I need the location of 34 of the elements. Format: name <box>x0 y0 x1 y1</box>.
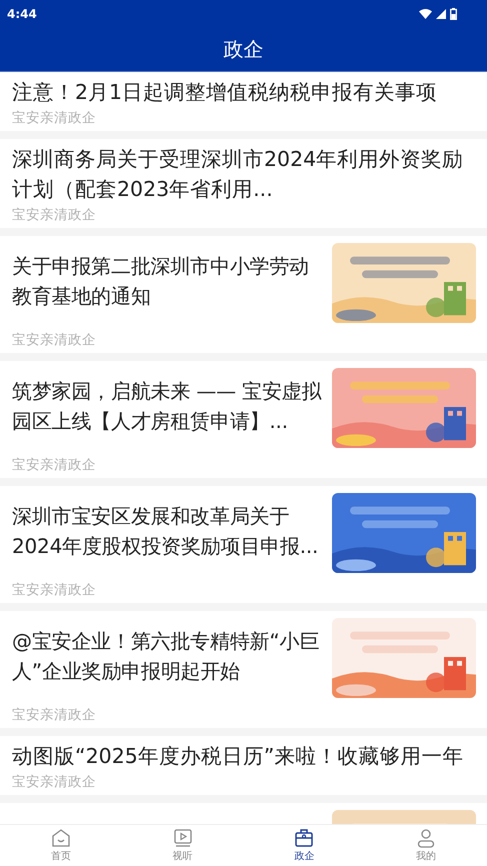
signal-icon <box>436 8 446 18</box>
article-card[interactable]: 关于申报第二批深圳市中小学劳动教育基地的通知 宝安亲清政企 <box>0 236 487 353</box>
article-title: 注意！2月1日起调整增值税纳税申报有关事项 <box>12 79 438 106</box>
article-source: 宝安亲清政企 <box>12 456 97 475</box>
article-title: 深圳商务局关于受理深圳市2024年利用外资奖励计划（配套2023年省利用... <box>12 146 464 203</box>
home-icon <box>50 828 71 848</box>
article-title: 关于申报第二批深圳市中小学劳动教育基地的通知 <box>12 253 310 310</box>
article-card[interactable]: 深圳市宝安区发展和改革局关于2024年度股权投资奖励项目申报... 宝安亲清政企 <box>0 486 487 603</box>
article-title: @宝安企业！第六批专精特新“小巨人”企业奖励申报明起开始 <box>12 628 320 685</box>
article-card[interactable]: 动图版“2025年度办税日历”来啦！收藏够用一年 宝安亲清政企 <box>0 736 487 795</box>
battery-icon <box>450 8 457 20</box>
article-source: 宝安亲清政企 <box>12 581 97 600</box>
article-source: 宝安亲清政企 <box>12 109 97 128</box>
page-title: 政企 <box>224 36 264 62</box>
nav-tab[interactable]: 政企 <box>244 825 366 866</box>
article-card[interactable]: @宝安企业！第六批专精特新“小巨人”企业奖励申报明起开始 宝安亲清政企 <box>0 611 487 728</box>
wifi-icon <box>419 8 432 18</box>
article-source: 宝安亲清政企 <box>12 706 97 725</box>
article-card[interactable]: 注意！2月1日起调整增值税纳税申报有关事项 宝安亲清政企 <box>0 72 487 131</box>
nav-tab[interactable]: 视听 <box>122 825 244 866</box>
article-card[interactable]: 深圳商务局关于受理深圳市2024年利用外资奖励计划（配套2023年省利用... 宝安亲清政企 <box>0 139 487 228</box>
article-title: 深圳市宝安区发展和改革局关于2024年度股权投资奖励项目申报... <box>12 503 320 560</box>
nav-tab[interactable]: 我的 <box>365 825 487 866</box>
status-time: 4:44 <box>7 6 37 20</box>
article-source: 宝安亲清政企 <box>12 206 97 225</box>
article-title: 动图版“2025年度办税日历”来啦！收藏够用一年 <box>12 743 464 770</box>
article-source: 宝安亲清政企 <box>12 773 97 792</box>
briefcase-icon <box>294 828 314 848</box>
article-card[interactable]: 筑梦家园，启航未来 —— 宝安虚拟园区上线【人才房租赁申请】... 宝安亲清政企 <box>0 361 487 478</box>
nav-tab[interactable]: 首页 <box>0 825 122 866</box>
person-icon <box>416 828 436 848</box>
play-icon <box>172 828 193 848</box>
article-title: 筑梦家园，启航未来 —— 宝安虚拟园区上线【人才房租赁申请】... <box>12 378 322 435</box>
article-source: 宝安亲清政企 <box>12 331 97 350</box>
